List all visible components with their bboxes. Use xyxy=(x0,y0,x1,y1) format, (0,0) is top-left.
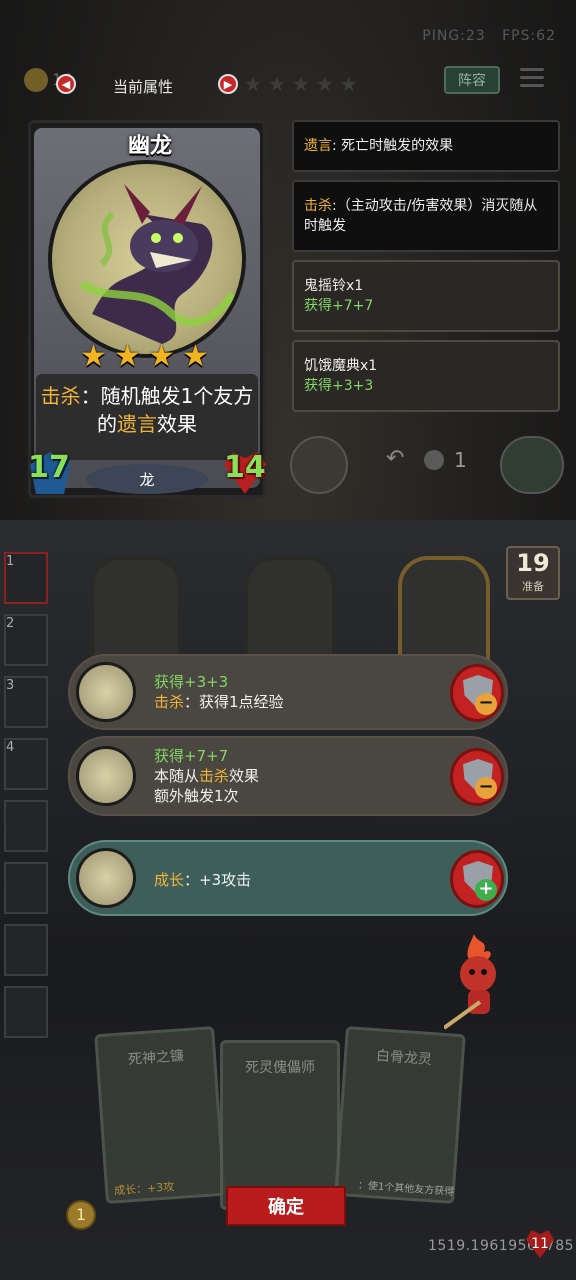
option-effect-extra: 额外触发1次 xyxy=(154,787,239,805)
tier-stars: ★ ★ ★ ★ ★ xyxy=(244,72,358,96)
hand-card[interactable]: 白骨龙灵 ：使1个其他友方获得本随从的 xyxy=(334,1026,466,1204)
star-icon: ★ xyxy=(291,72,310,96)
hand-card-effect: ：使1个其他友方获得本随从的 xyxy=(357,1180,455,1198)
player-slot[interactable] xyxy=(4,986,48,1038)
minus-icon: − xyxy=(475,693,497,715)
star-icon: ★ xyxy=(315,72,334,96)
player-slot[interactable] xyxy=(4,800,48,852)
star-icon: ★ xyxy=(244,72,262,96)
card-description: 击杀：随机触发1个友方的遗言效果 xyxy=(40,384,254,436)
card-stars: ★ ★ ★ ★ xyxy=(80,342,212,372)
attribute-title: 当前属性 xyxy=(113,78,174,96)
star-icon: ★ xyxy=(148,339,175,374)
option-effect: 击杀：获得1点经验 xyxy=(154,693,284,711)
hand-card-title: 死神之镰 xyxy=(127,1048,185,1069)
hand-card-title: 死灵傀儡师 xyxy=(245,1060,315,1076)
star-icon: ★ xyxy=(339,72,358,96)
turn-counter: 19 准备 xyxy=(506,546,560,600)
totem-button[interactable] xyxy=(290,436,348,494)
bell-portrait xyxy=(76,746,136,806)
slot-number: 3 xyxy=(6,678,15,693)
lineup-button[interactable]: 阵容 xyxy=(444,66,500,94)
undo-count: 1 xyxy=(454,448,467,472)
ping-readout: PING:23 FPS:62 xyxy=(422,28,556,44)
hand-card-effect: 成长：+3攻 xyxy=(113,1180,175,1198)
minion-card: 幽龙 ★ ★ ★ ★ 击杀：随机触发1个友方的遗言效果 17 14 龙 xyxy=(24,120,268,498)
remove-button[interactable]: − xyxy=(450,748,504,806)
tribe-label: 龙 xyxy=(86,464,208,494)
tooltip-kill: 击杀:（主动攻击/伤害效果）消灭随从时触发 xyxy=(292,180,560,252)
tooltip-deathrattle: 遗言: 死亡时触发的效果 xyxy=(292,120,560,172)
player-slot[interactable] xyxy=(4,924,48,976)
menu-icon[interactable] xyxy=(520,68,544,90)
dragon-portrait xyxy=(48,160,246,358)
option-effect: 成长：+3攻击 xyxy=(154,871,252,889)
gold-coin: 1 xyxy=(66,1200,96,1230)
plus-icon: + xyxy=(475,879,497,901)
option-effect: 本随从击杀效果 xyxy=(154,767,260,785)
top-bar: PING:23 FPS:62 16 ◀ 当前属性 ▶ ★★★★★ 阵容 xyxy=(0,0,576,110)
star-icon: ★ xyxy=(267,72,286,96)
item-hungry-grimoire: 饥饿魔典x1 获得+3+3 xyxy=(292,340,560,412)
attack-value: 17 xyxy=(28,450,70,485)
undo-icon[interactable]: ↶ xyxy=(386,446,404,471)
prev-arrow-button[interactable]: ◀ xyxy=(56,74,76,94)
card-name: 幽龙 xyxy=(127,134,172,159)
skull-icon xyxy=(424,450,444,470)
option-card-ghost-bell[interactable]: 获得+7+7 本随从击杀效果 额外触发1次 − xyxy=(68,736,508,816)
minus-icon: − xyxy=(475,777,497,799)
star-icon: ★ xyxy=(80,339,107,374)
hand-card[interactable]: 死灵傀儡师 xyxy=(220,1040,340,1210)
hand-card[interactable]: 死神之镰 成长：+3攻 xyxy=(94,1026,226,1204)
scythe-portrait xyxy=(76,848,136,908)
coin-icon xyxy=(24,68,48,92)
grimoire-portrait xyxy=(76,662,136,722)
remove-button[interactable]: − xyxy=(450,664,504,722)
confirm-button[interactable]: 确定 xyxy=(226,1186,346,1226)
add-button[interactable]: + xyxy=(450,850,504,908)
slot-number: 1 xyxy=(6,554,15,569)
hand-card-title: 白骨龙灵 xyxy=(375,1048,433,1069)
option-gain: 获得+7+7 xyxy=(154,747,229,765)
item-ghost-bell: 鬼摇铃x1 获得+7+7 xyxy=(292,260,560,332)
option-card-hungry-grimoire[interactable]: 获得+3+3 击杀：获得1点经验 − xyxy=(68,654,508,730)
option-card-death-scythe[interactable]: 成长：+3攻击 + xyxy=(68,840,508,916)
star-icon: ★ xyxy=(182,339,209,374)
slot-number: 4 xyxy=(6,740,15,755)
health-value: 14 xyxy=(224,450,266,485)
next-arrow-button[interactable]: ▶ xyxy=(218,74,238,94)
option-gain: 获得+3+3 xyxy=(154,673,229,691)
lock-button[interactable] xyxy=(500,436,564,494)
imp-character xyxy=(442,930,518,1030)
player-slot[interactable] xyxy=(4,862,48,914)
star-icon: ★ xyxy=(114,339,141,374)
slot-number: 2 xyxy=(6,616,15,631)
